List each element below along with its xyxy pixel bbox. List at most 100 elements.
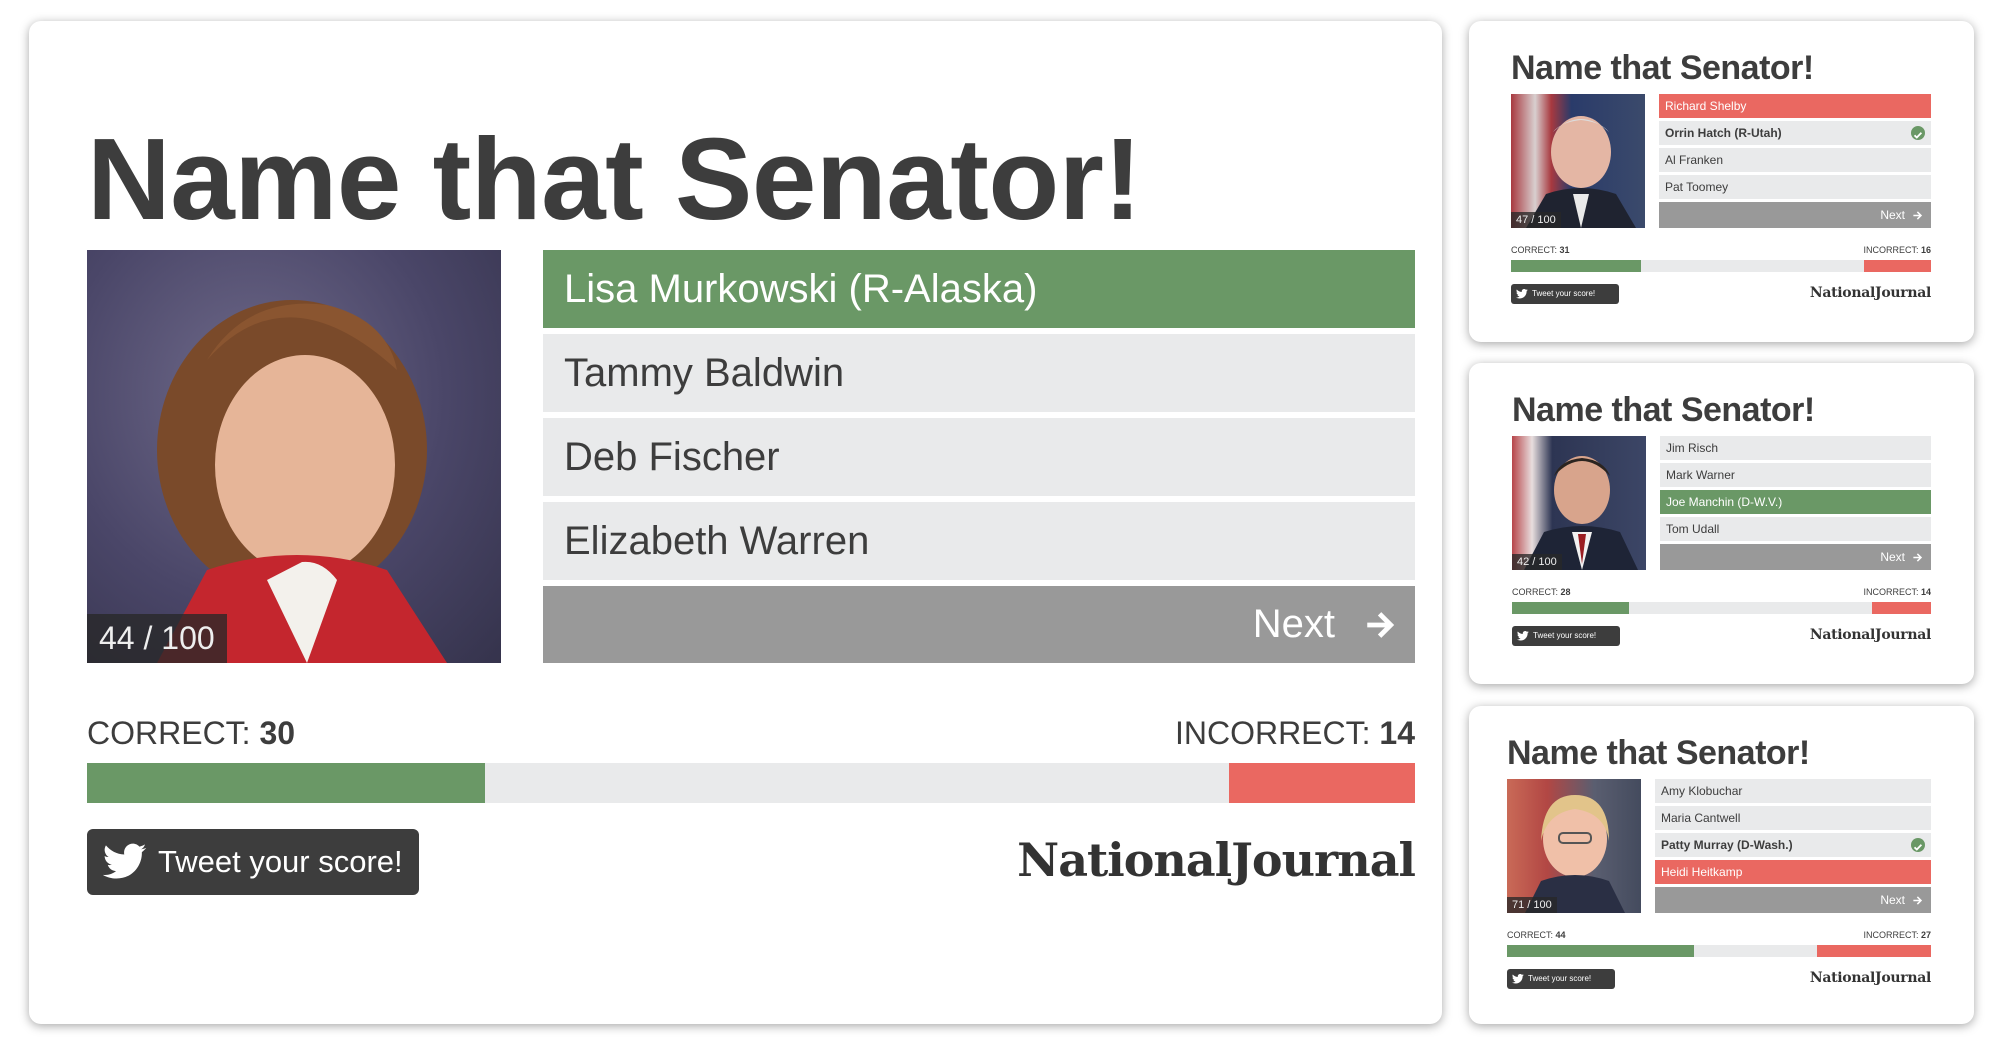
answer-option-4[interactable]: Elizabeth Warren (543, 502, 1415, 580)
option-label: Orrin Hatch (R-Utah) (1665, 126, 1782, 140)
correct-bar-fill (87, 763, 486, 803)
tweet-label: Tweet your score! (1533, 631, 1597, 640)
progress-badge: 42 / 100 (1512, 554, 1562, 570)
incorrect-value: 16 (1920, 245, 1931, 255)
tweet-score-button[interactable]: Tweet your score! (1512, 626, 1620, 646)
next-button[interactable]: Next (1659, 202, 1931, 228)
score-bar (1507, 945, 1931, 957)
tweet-label: Tweet your score! (158, 844, 403, 879)
progress-badge: 71 / 100 (1507, 897, 1557, 913)
incorrect-counter: INCORRECT: 14 (1175, 715, 1415, 752)
incorrect-label: INCORRECT: (1174, 715, 1371, 751)
arrow-right-icon (1913, 553, 1923, 562)
correct-value: 28 (1560, 587, 1571, 597)
answer-option-2[interactable]: Orrin Hatch (R-Utah) (1659, 121, 1931, 145)
senator-portrait-image (1526, 116, 1636, 228)
incorrect-bar-fill (1872, 602, 1931, 614)
answer-option-4[interactable]: Tom Udall (1660, 517, 1931, 541)
tweet-score-button[interactable]: Tweet your score! (87, 829, 419, 895)
incorrect-counter: INCORRECT: 16 (1863, 245, 1931, 255)
twitter-bird-icon (1512, 974, 1524, 984)
correct-value: 30 (259, 715, 296, 751)
incorrect-value: 27 (1920, 930, 1931, 940)
next-label: Next (1880, 893, 1905, 907)
answer-option-4[interactable]: Heidi Heitkamp (1655, 860, 1931, 884)
answer-option-3[interactable]: Al Franken (1659, 148, 1931, 172)
next-label: Next (1880, 550, 1905, 564)
page-title: Name that Senator! (87, 114, 1142, 244)
answer-option-3[interactable]: Deb Fischer (543, 418, 1415, 496)
score-bar (1512, 602, 1931, 614)
correct-counter: CORRECT: 31 (1511, 245, 1570, 255)
correct-counter: CORRECT: 30 (87, 715, 295, 752)
answer-option-4[interactable]: Pat Toomey (1659, 175, 1931, 199)
answer-option-2[interactable]: Maria Cantwell (1655, 806, 1931, 830)
answer-option-1[interactable]: Jim Risch (1660, 436, 1931, 460)
progress-badge: 44 / 100 (87, 614, 227, 663)
tweet-label: Tweet your score! (1532, 289, 1596, 298)
incorrect-counter: INCORRECT: 27 (1863, 930, 1931, 940)
next-button[interactable]: Next (1655, 887, 1931, 913)
correct-label: CORRECT: (1511, 245, 1558, 255)
incorrect-bar-fill (1863, 260, 1931, 272)
senator-photo: 47 / 100 (1511, 94, 1645, 228)
answer-option-1[interactable]: Richard Shelby (1659, 94, 1931, 118)
next-label: Next (1880, 208, 1905, 222)
correct-counter: CORRECT: 28 (1512, 587, 1571, 597)
score-bar (87, 763, 1415, 803)
check-circle-icon (1911, 126, 1925, 140)
answer-option-2[interactable]: Mark Warner (1660, 463, 1931, 487)
twitter-bird-icon (103, 843, 147, 879)
correct-counter: CORRECT: 44 (1507, 930, 1566, 940)
senator-photo: 44 / 100 (87, 250, 501, 663)
arrow-right-icon (1913, 211, 1923, 220)
twitter-bird-icon (1517, 631, 1529, 641)
tweet-score-button[interactable]: Tweet your score! (1507, 969, 1615, 989)
answer-option-3[interactable]: Joe Manchin (D-W.V.) (1660, 490, 1931, 514)
senator-portrait-image (157, 300, 447, 663)
correct-bar-fill (1512, 602, 1630, 614)
next-button[interactable]: Next (543, 586, 1415, 663)
incorrect-label: INCORRECT: (1863, 587, 1919, 597)
correct-value: 31 (1559, 245, 1570, 255)
card-title: Name that Senator! (1511, 49, 1814, 87)
incorrect-bar-fill (1229, 763, 1415, 803)
example-card-3: Name that Senator! 71 / 100 Amy Klobucha… (1469, 706, 1974, 1024)
incorrect-label: INCORRECT: (1863, 245, 1919, 255)
incorrect-value: 14 (1920, 587, 1931, 597)
card-title: Name that Senator! (1512, 391, 1815, 429)
answer-option-1[interactable]: Lisa Murkowski (R-Alaska) (543, 250, 1415, 328)
nationaljournal-logo: NationalJournal (1809, 285, 1931, 301)
answer-option-2[interactable]: Tammy Baldwin (543, 334, 1415, 412)
example-card-2: Name that Senator! 42 / 100 Jim Risch Ma… (1469, 363, 1974, 684)
score-bar (1511, 260, 1931, 272)
nationaljournal-logo: NationalJournal (1017, 833, 1416, 887)
correct-label: CORRECT: (1512, 587, 1559, 597)
nationaljournal-logo: NationalJournal (1809, 970, 1931, 986)
answer-option-3[interactable]: Patty Murray (D-Wash.) (1655, 833, 1931, 857)
correct-bar-fill (1507, 945, 1694, 957)
incorrect-label: INCORRECT: (1863, 930, 1919, 940)
next-label: Next (1252, 602, 1335, 646)
progress-badge: 47 / 100 (1511, 212, 1561, 228)
correct-label: CORRECT: (87, 715, 251, 751)
arrow-right-icon (1913, 896, 1923, 905)
arrow-right-icon (1367, 612, 1395, 638)
incorrect-value: 14 (1379, 715, 1415, 751)
next-button[interactable]: Next (1660, 544, 1931, 570)
option-label: Patty Murray (D-Wash.) (1661, 838, 1793, 852)
card-title: Name that Senator! (1507, 734, 1810, 772)
tweet-label: Tweet your score! (1528, 974, 1592, 983)
example-card-1: Name that Senator! 47 / 100 Richard Shel… (1469, 21, 1974, 342)
tweet-score-button[interactable]: Tweet your score! (1511, 284, 1619, 304)
answer-option-1[interactable]: Amy Klobuchar (1655, 779, 1931, 803)
incorrect-counter: INCORRECT: 14 (1863, 587, 1931, 597)
correct-value: 44 (1555, 930, 1566, 940)
incorrect-bar-fill (1816, 945, 1931, 957)
senator-photo: 71 / 100 (1507, 779, 1641, 913)
main-quiz-card: Name that Senator! 44 / 100 Lisa Murkows… (29, 21, 1442, 1024)
senator-photo: 42 / 100 (1512, 436, 1646, 570)
senator-portrait-image (1525, 795, 1625, 913)
check-circle-icon (1911, 838, 1925, 852)
correct-bar-fill (1511, 260, 1642, 272)
